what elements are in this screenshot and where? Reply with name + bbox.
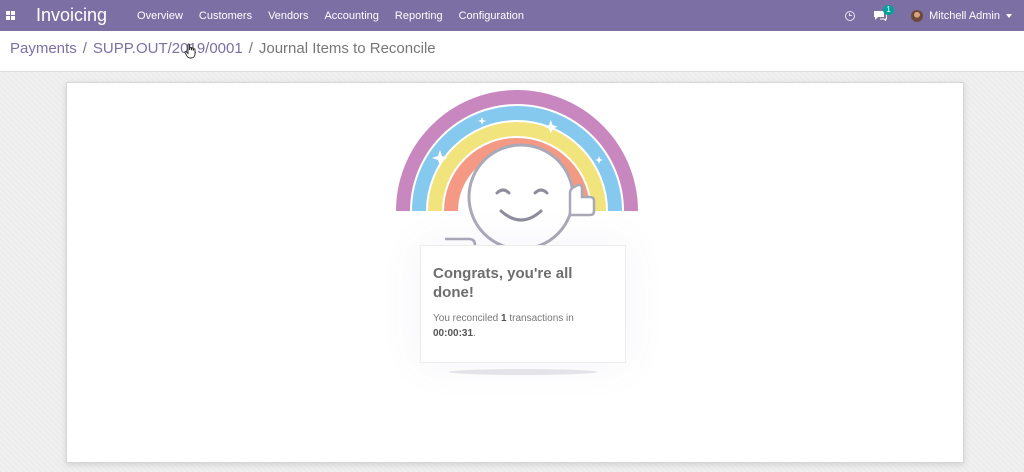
hand-cursor-icon <box>184 43 196 59</box>
reconcile-duration: 00:00:31 <box>433 328 474 339</box>
user-name: Mitchell Admin <box>929 9 1000 22</box>
menu-reporting[interactable]: Reporting <box>395 10 443 22</box>
user-menu[interactable]: Mitchell Admin <box>911 9 1012 22</box>
menu-overview[interactable]: Overview <box>137 10 183 22</box>
chat-button[interactable]: 1 <box>873 5 895 21</box>
menu-accounting[interactable]: Accounting <box>324 10 378 22</box>
navbar-right: 1 Mitchell Admin <box>845 0 1024 31</box>
top-navbar: Invoicing Overview Customers Vendors Acc… <box>0 0 1024 31</box>
menu-customers[interactable]: Customers <box>199 10 252 22</box>
congrats-title: Congrats, you're all done! <box>433 265 573 301</box>
clock-icon[interactable] <box>845 10 856 21</box>
avatar <box>911 9 924 22</box>
reconciliation-sheet: Congrats, you're all done! You reconcile… <box>66 82 964 463</box>
breadcrumb-separator: / <box>82 40 87 57</box>
breadcrumb-payment-record[interactable]: SUPP.OUT/2019/0001 <box>93 40 243 57</box>
apps-grid-icon[interactable] <box>6 11 15 20</box>
menu-vendors[interactable]: Vendors <box>268 10 308 22</box>
chat-count-badge: 1 <box>883 5 895 15</box>
breadcrumb-separator: / <box>248 40 253 57</box>
control-panel: Payments / SUPP.OUT/2019/0001 / Journal … <box>0 31 1024 72</box>
caret-down-icon <box>1006 13 1012 18</box>
breadcrumb-current: Journal Items to Reconcile <box>258 40 436 57</box>
card-shadow <box>449 369 597 375</box>
congrats-card: Congrats, you're all done! You reconcile… <box>420 245 626 363</box>
breadcrumb: Payments / SUPP.OUT/2019/0001 / Journal … <box>10 40 436 57</box>
reconcile-summary: You reconciled 1 transactions in 00:00:3… <box>433 313 574 339</box>
breadcrumb-payments[interactable]: Payments <box>10 40 77 57</box>
app-brand[interactable]: Invoicing <box>36 5 107 26</box>
menu-configuration[interactable]: Configuration <box>459 10 524 22</box>
main-menu: Overview Customers Vendors Accounting Re… <box>137 10 540 22</box>
